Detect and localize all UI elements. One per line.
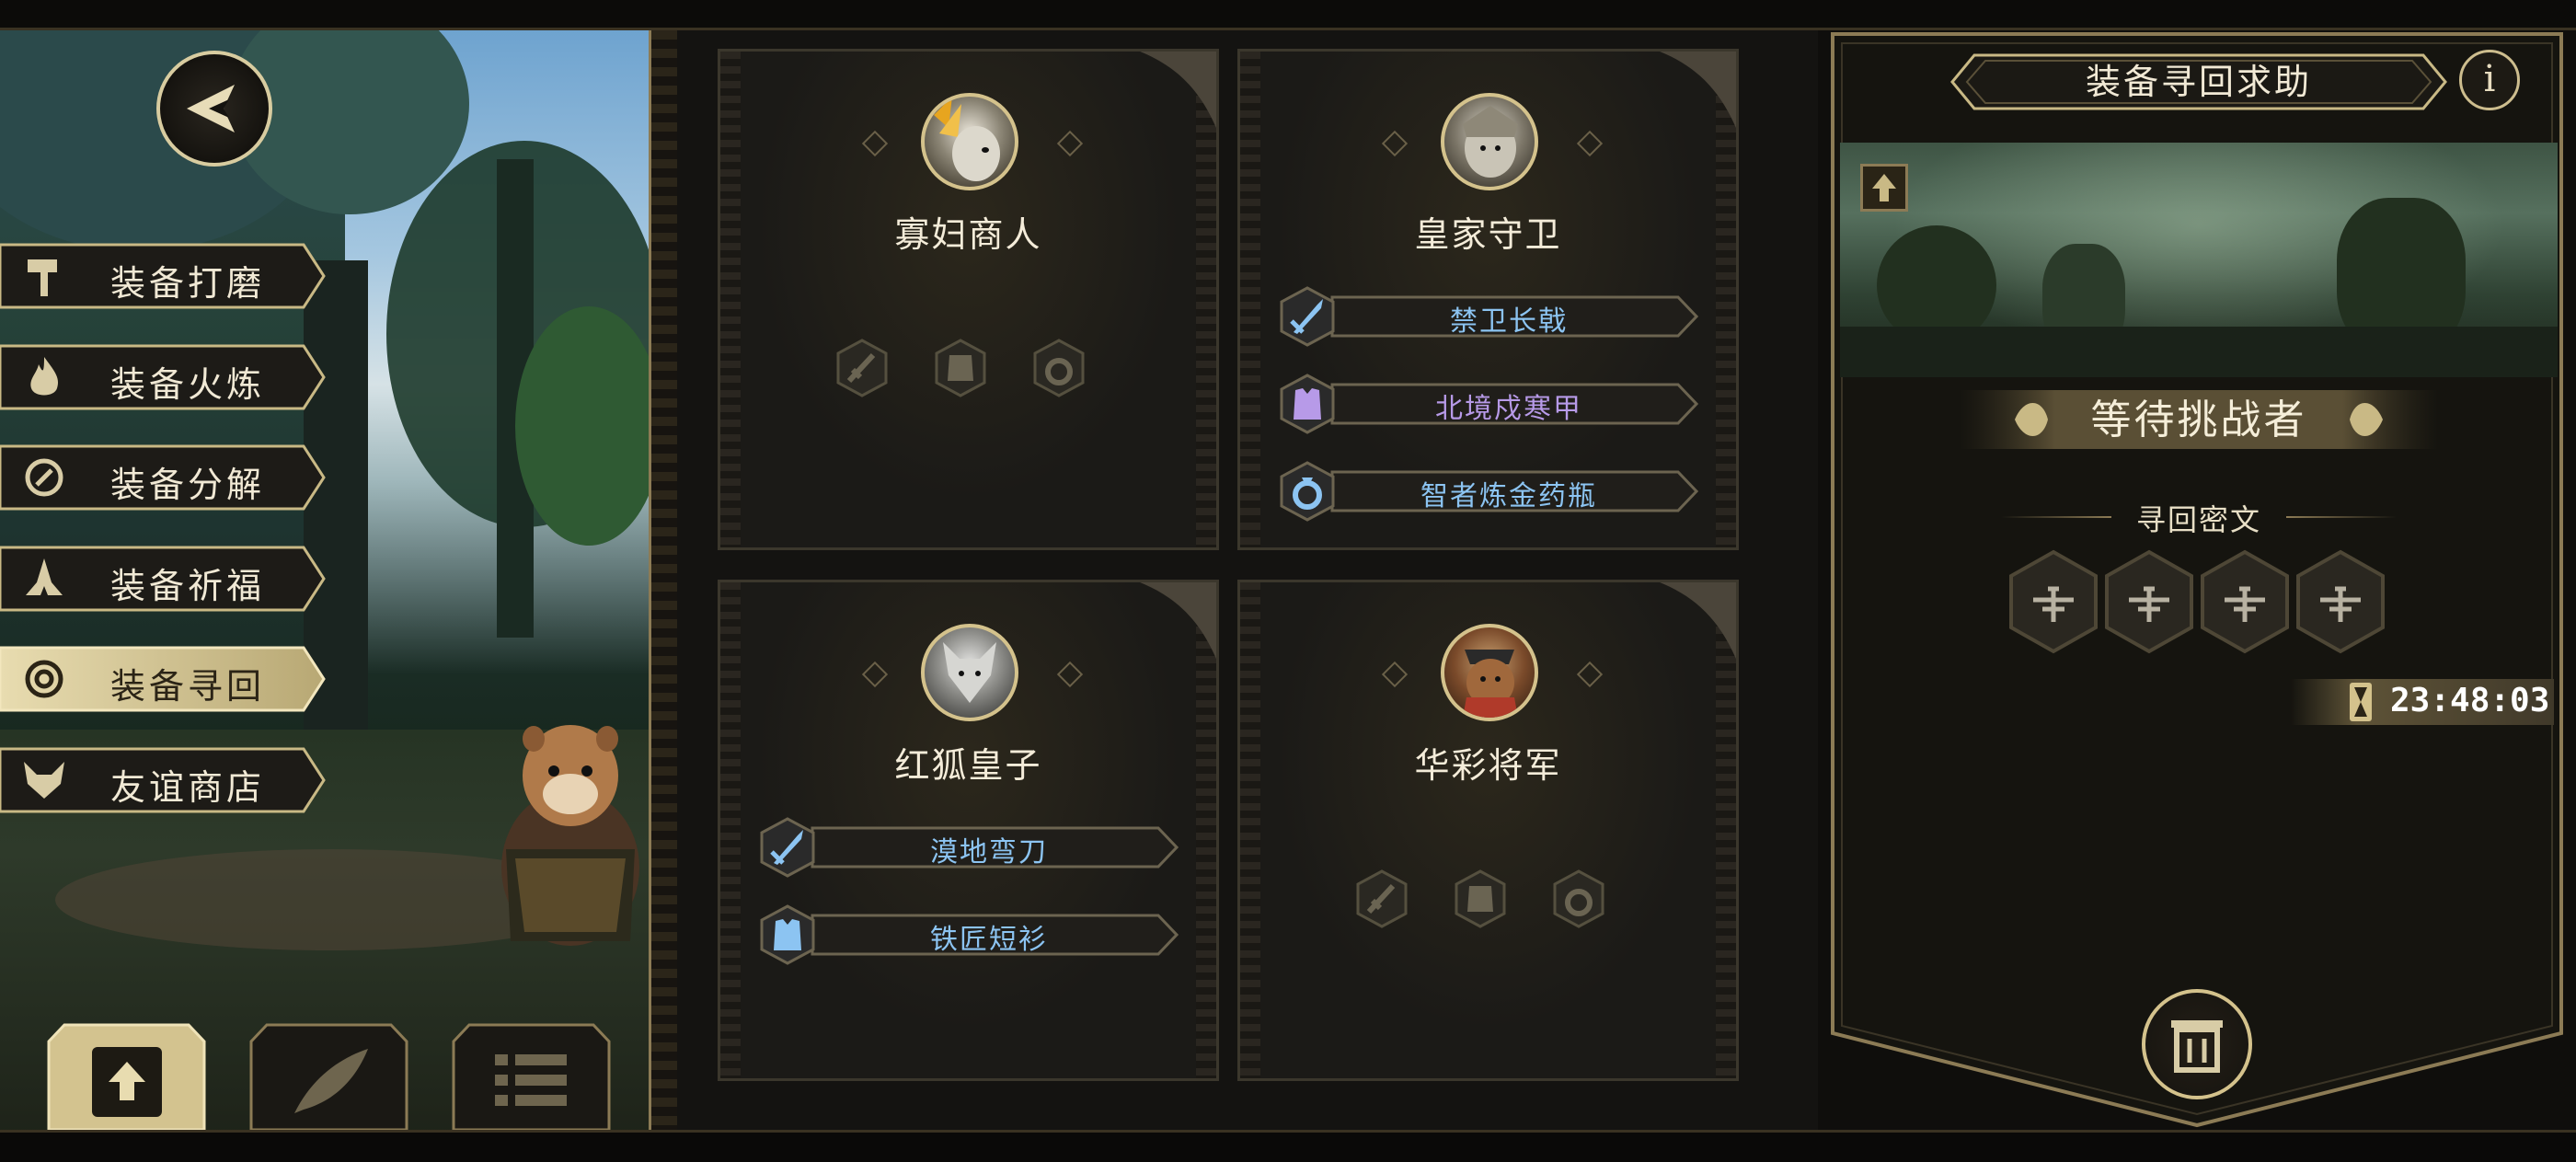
fox-icon [24, 762, 64, 799]
equipment-row[interactable]: 智者炼金药瓶 [1277, 461, 1709, 522]
card-lace [1240, 582, 1260, 1078]
ring-icon [1280, 461, 1335, 522]
hammer-icon [28, 259, 57, 296]
menu-label: 友谊商店 [110, 767, 266, 808]
hero-name: 寡妇商人 [894, 214, 1042, 255]
tab-feather[interactable] [248, 1021, 409, 1130]
trash-icon [2171, 1020, 2223, 1073]
top-bar [0, 0, 2576, 30]
card-corner [1659, 582, 1736, 660]
menu-item-friend-shop[interactable]: 友谊商店 [0, 747, 327, 813]
menu-label: 装备寻回 [110, 666, 266, 707]
beaver-character [501, 725, 639, 946]
hero-card[interactable]: 华彩将军 [1237, 580, 1739, 1081]
hero-card[interactable]: 皇家守卫 禁卫长戟 北境戍寒甲 智者炼金药瓶 [1237, 49, 1739, 550]
empty-ring-slot-icon [1553, 869, 1604, 928]
countdown-timer: 23:48:03 [2390, 682, 2550, 719]
cipher-slot-icon[interactable] [2197, 548, 2293, 655]
empty-ring-slot-icon [1033, 339, 1085, 397]
empty-weapon-slot-icon [836, 339, 888, 397]
card-lace [720, 52, 741, 547]
tab-plate [452, 1023, 611, 1130]
menu-label: 装备分解 [110, 465, 266, 505]
menu-item-polish[interactable]: 装备打磨 [0, 243, 327, 309]
armor-icon [1280, 374, 1335, 434]
card-corner [1139, 582, 1216, 660]
portrait-red-fox-prince [921, 624, 1018, 721]
menu-label: 装备打磨 [110, 263, 266, 304]
divider-line [2286, 516, 2397, 518]
hero-name: 华彩将军 [1414, 745, 1562, 786]
ornamental-divider [649, 30, 680, 1130]
recycle-button[interactable] [2142, 989, 2252, 1099]
equipment-name: 北境戍寒甲 [1435, 393, 1582, 425]
tab-plate [249, 1023, 408, 1130]
equipment-name: 漠地弯刀 [930, 836, 1048, 869]
hero-card[interactable]: 寡妇商人 [718, 49, 1219, 550]
panel-title: 装备寻回求助 [2085, 62, 2312, 102]
hero-name: 皇家守卫 [1414, 214, 1562, 255]
list-icon [495, 1054, 567, 1106]
pray-hands-icon [26, 558, 63, 595]
equipment-row[interactable]: 铁匠短衫 [757, 904, 1190, 965]
tab-list[interactable] [451, 1021, 612, 1130]
share-upload-button[interactable] [1860, 164, 1908, 212]
equipment-row[interactable]: 漠地弯刀 [757, 817, 1190, 878]
sword-icon [760, 817, 815, 878]
swamp-water [1840, 327, 2558, 377]
hero-name: 红狐皇子 [894, 745, 1042, 786]
flame-icon [30, 357, 59, 396]
retrieve-scene-image [1840, 143, 2558, 377]
card-corner [1139, 52, 1216, 129]
hero-card[interactable]: 红狐皇子 漠地弯刀 铁匠短衫 [718, 580, 1219, 1081]
tab-plate-active [47, 1023, 206, 1130]
menu-label: 装备火炼 [110, 364, 266, 405]
menu-item-bless[interactable]: 装备祈福 [0, 546, 327, 612]
cipher-slot-icon[interactable] [2101, 548, 2197, 655]
sword-icon [1280, 286, 1335, 347]
empty-armor-slot-icon [935, 339, 986, 397]
portrait-widow-merchant [921, 93, 1018, 190]
menu-item-decompose[interactable]: 装备分解 [0, 444, 327, 511]
back-button[interactable] [156, 51, 272, 167]
portrait-royal-guard [1441, 93, 1538, 190]
tab-upload[interactable] [46, 1021, 207, 1130]
equipment-name: 铁匠短衫 [930, 924, 1048, 956]
divider-line [2001, 516, 2111, 518]
equipment-row[interactable]: 禁卫长戟 [1277, 286, 1709, 347]
menu-item-retrieve[interactable]: 装备寻回 [0, 646, 327, 712]
equipment-row[interactable]: 北境戍寒甲 [1277, 374, 1709, 434]
status-text: 等待挑战者 [2090, 397, 2307, 443]
cipher-slot-icon[interactable] [2293, 548, 2388, 655]
hourglass-icon [2350, 683, 2372, 721]
menu-item-forge[interactable]: 装备火炼 [0, 344, 327, 410]
cipher-label: 寻回密文 [2135, 502, 2261, 537]
upload-icon [1872, 174, 1896, 201]
card-lace [1240, 52, 1260, 547]
bottom-bar [0, 1130, 2576, 1162]
cipher-slot-icon[interactable] [2006, 548, 2101, 655]
empty-weapon-slot-icon [1356, 869, 1408, 928]
empty-armor-slot-icon [1455, 869, 1506, 928]
back-arrow-icon [187, 85, 235, 132]
target-icon [25, 660, 63, 698]
card-lace [720, 582, 741, 1078]
decompose-icon [25, 458, 63, 497]
card-corner [1659, 52, 1736, 129]
equipment-name: 禁卫长戟 [1450, 305, 1568, 338]
equipment-name: 智者炼金药瓶 [1420, 480, 1597, 512]
portrait-splendid-general [1441, 624, 1538, 721]
armor-icon [760, 904, 815, 965]
info-button[interactable]: i [2459, 50, 2520, 110]
menu-label: 装备祈福 [110, 566, 266, 606]
